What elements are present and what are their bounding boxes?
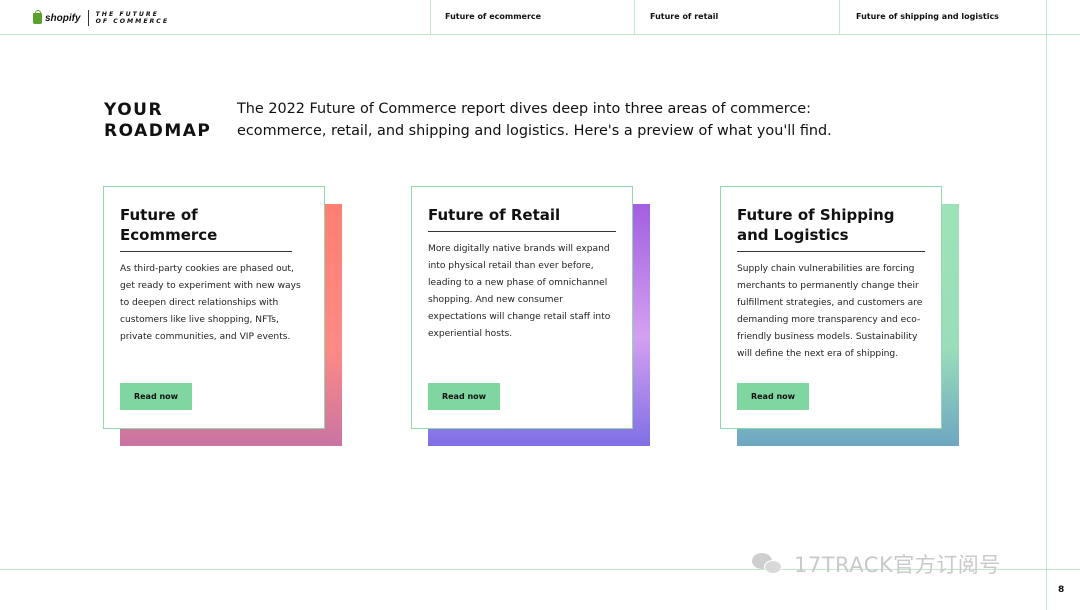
nav-separator — [839, 0, 840, 34]
card-panel: Future of Retail More digitally native b… — [411, 186, 633, 429]
card-body: More digitally native brands will expand… — [428, 244, 611, 339]
watermark: 17TRACK官方订阅号 — [752, 549, 1001, 579]
header-divider — [0, 34, 1080, 35]
read-now-button[interactable]: Read now — [120, 383, 192, 410]
read-now-button[interactable]: Read now — [737, 383, 809, 410]
watermark-text: 17TRACK官方订阅号 — [794, 553, 1001, 577]
tagline-line: THE FUTURE — [95, 11, 159, 18]
card-future-of-shipping-and-logistics: Future of Shipping and Logistics Supply … — [720, 186, 960, 446]
nav-future-of-retail[interactable]: Future of retail — [650, 12, 718, 21]
card-body: As third-party cookies are phased out, g… — [120, 264, 301, 342]
page-number: 8 — [1058, 585, 1065, 595]
right-margin-line — [1046, 0, 1047, 610]
nav-future-of-shipping[interactable]: Future of shipping and logistics — [856, 12, 999, 21]
brand-name: shopify — [45, 12, 81, 24]
brand-tagline: THE FUTURE OF COMMERCE — [96, 11, 170, 25]
wechat-icon — [752, 551, 786, 577]
roadmap-title-line: ROADMAP — [104, 121, 212, 141]
read-now-button[interactable]: Read now — [428, 383, 500, 410]
card-title: Future of Retail — [428, 205, 616, 232]
card-future-of-retail: Future of Retail More digitally native b… — [411, 186, 651, 446]
card-panel: Future of Shipping and Logistics Supply … — [720, 186, 942, 429]
shopping-bag-icon — [33, 9, 42, 24]
roadmap-title: YOUR ROADMAP — [104, 100, 211, 142]
card-future-of-ecommerce: Future of Ecommerce As third-party cooki… — [103, 186, 343, 446]
roadmap-title-line: YOUR — [104, 100, 164, 120]
nav-future-of-ecommerce[interactable]: Future of ecommerce — [445, 12, 541, 21]
card-panel: Future of Ecommerce As third-party cooki… — [103, 186, 325, 429]
brand-logo[interactable]: shopify THE FUTURE OF COMMERCE — [33, 9, 170, 26]
brand-divider — [87, 10, 89, 26]
card-title: Future of Shipping and Logistics — [737, 205, 925, 252]
roadmap-intro: The 2022 Future of Commerce report dives… — [237, 101, 832, 139]
tagline-line: OF COMMERCE — [95, 18, 170, 25]
card-title: Future of Ecommerce — [120, 205, 292, 252]
card-body: Supply chain vulnerabilities are forcing… — [737, 264, 923, 359]
nav-separator — [634, 0, 635, 34]
nav-separator — [430, 0, 431, 34]
